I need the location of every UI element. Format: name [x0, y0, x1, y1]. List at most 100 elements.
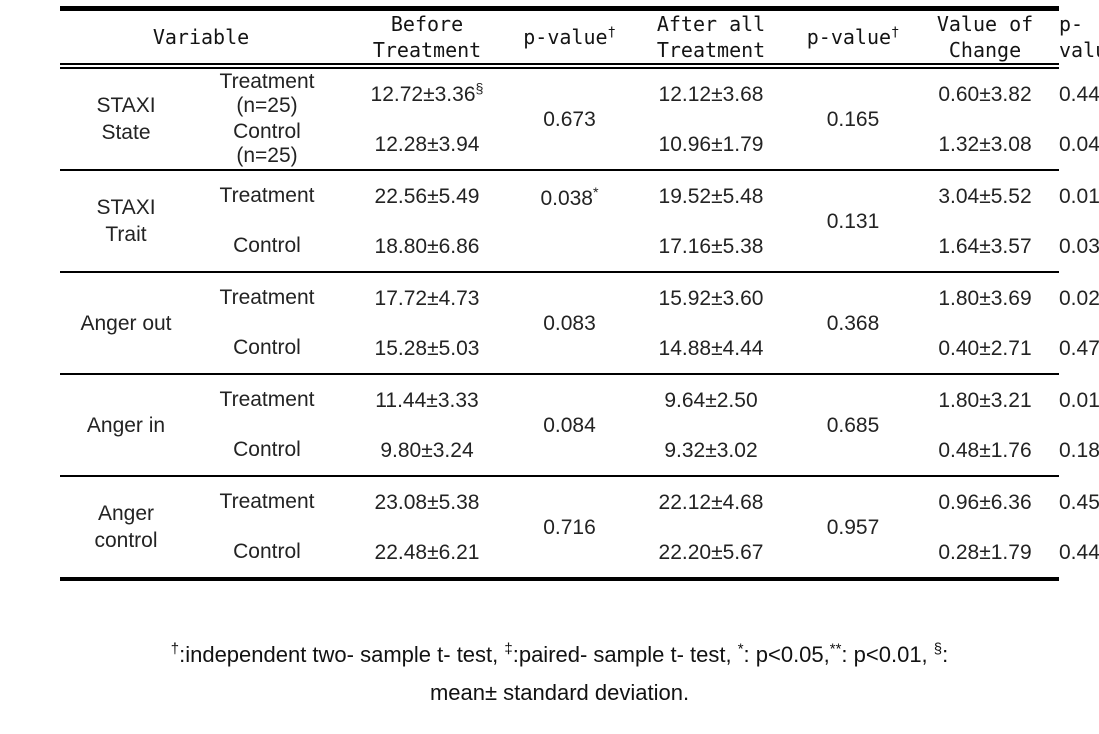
- group-label-cell: Treatment: [192, 375, 342, 425]
- value-of-change: 0.48±1.76: [911, 425, 1059, 475]
- value-text: 0.010: [1059, 388, 1099, 412]
- group-label-cell: Control: [192, 221, 342, 271]
- value-text: 0.165: [826, 107, 880, 131]
- header-pvalue1-marker: †: [607, 24, 616, 41]
- before-treatment-value: 22.56±5.49: [342, 171, 512, 221]
- value-text: 22.48±6.21: [374, 540, 480, 564]
- header-pvalue2-marker: †: [891, 24, 900, 41]
- group-label: Control: [233, 336, 301, 359]
- value-of-change: 0.28±1.79: [911, 527, 1059, 577]
- pvalue-before-cell: 0.716: [512, 477, 627, 577]
- value-text: 0.031: [1059, 234, 1099, 258]
- pvalue-before-cell: 0.084: [512, 375, 627, 475]
- column-header-pvalue-2: p-value†: [795, 11, 911, 63]
- group-label: Control: [233, 540, 301, 563]
- value-text: 10.96±1.79: [658, 132, 764, 156]
- value-of-change: 1.80±3.21: [911, 375, 1059, 425]
- header-before-line2: Treatment: [372, 38, 482, 62]
- table-footnote: †:independent two- sample t- test, ‡:pai…: [60, 636, 1059, 712]
- header-pvalue3-label: p-value: [1059, 12, 1099, 62]
- variable-label-line1: STAXI: [96, 94, 156, 117]
- value-of-change: 3.04±5.52: [911, 171, 1059, 221]
- value-text: 0.48±1.76: [938, 438, 1032, 462]
- significance-marker: *: [593, 185, 599, 201]
- footnote-double-asterisk-marker: **: [829, 640, 842, 658]
- group-label-cell: Treatment (n=25): [192, 69, 342, 119]
- group-label: Treatment: [219, 388, 315, 411]
- variable-label-line2: Trait: [105, 223, 147, 246]
- before-treatment-value: 12.28±3.94: [342, 119, 512, 169]
- statistics-table: Variable Before Treatment p-value† After…: [60, 11, 1099, 63]
- before-treatment-value: 15.28±5.03: [342, 323, 512, 373]
- group-label: Treatment: [219, 184, 315, 207]
- table-block: STAXI Trait Treatment 22.56±5.49 0.038* 19.52…: [60, 171, 1099, 271]
- before-treatment-value: 12.72±3.36§: [342, 69, 512, 119]
- after-treatment-value: 22.12±4.68: [627, 477, 795, 527]
- table-page: Variable Before Treatment p-value† After…: [0, 0, 1099, 734]
- value-text: 3.04±5.52: [938, 184, 1032, 208]
- header-variable-label: Variable: [152, 25, 250, 49]
- variable-label-line1: Anger out: [80, 311, 172, 335]
- significance-marker: §: [475, 80, 484, 97]
- after-treatment-value: 12.12±3.68: [627, 69, 795, 119]
- value-text: 0.685: [826, 413, 880, 437]
- value-text: 17.72±4.73: [374, 286, 480, 310]
- value-text: 0.716: [543, 515, 596, 539]
- table-header: Variable Before Treatment p-value† After…: [60, 11, 1099, 63]
- before-treatment-value: 18.80±6.86: [342, 221, 512, 271]
- value-text: 19.52±5.48: [658, 184, 764, 208]
- after-treatment-value: 10.96±1.79: [627, 119, 795, 169]
- header-row: Variable Before Treatment p-value† After…: [60, 11, 1099, 63]
- statistics-table-container: Variable Before Treatment p-value† After…: [60, 6, 1099, 581]
- value-text: 22.20±5.67: [658, 540, 764, 564]
- header-pvalue2-label: p-value: [806, 25, 892, 49]
- header-after-line2: Treatment: [656, 38, 766, 62]
- value-text: 0.084: [543, 413, 596, 437]
- footnote-text-2: :paired- sample t- test,: [512, 642, 738, 667]
- column-header-variable: Variable: [60, 11, 342, 63]
- variable-label-line1: Anger in: [86, 413, 166, 437]
- value-text: 0.40±2.71: [938, 336, 1032, 360]
- value-text: 0.440: [1059, 82, 1099, 106]
- value-text: 0.957: [826, 515, 880, 539]
- footnote-double-dagger-marker: ‡: [504, 640, 513, 658]
- value-text: 1.80±3.21: [938, 388, 1032, 412]
- value-text: 12.72±3.36: [370, 82, 476, 106]
- variable-name-cell: STAXI State: [60, 69, 192, 169]
- value-text: 0.96±6.36: [938, 490, 1032, 514]
- footnote-text-4: : p<0.01,: [841, 642, 934, 667]
- value-text: 0.038: [540, 187, 593, 210]
- group-label: Treatment: [219, 286, 315, 309]
- variable-label-line1: STAXI: [96, 196, 156, 219]
- variable-label-line2: control: [94, 529, 158, 552]
- group-label-cell: Control: [192, 527, 342, 577]
- value-text: 12.28±3.94: [374, 132, 480, 156]
- before-treatment-value: 22.48±6.21: [342, 527, 512, 577]
- value-text: 12.12±3.68: [658, 82, 764, 106]
- table-row: Anger out Treatment 17.72±4.73 0.083 15.92±3…: [60, 273, 1099, 335]
- group-label-cell: Treatment: [192, 273, 342, 323]
- value-text: 17.16±5.38: [658, 234, 764, 258]
- value-text: 0.60±3.82: [938, 82, 1032, 106]
- group-label: Treatment: [219, 70, 315, 93]
- table-row: STAXI State Treatment (n=25) 12.72±3.36§ 0.67…: [60, 69, 1099, 144]
- header-change-line2: Change: [948, 38, 1022, 62]
- value-text: 22.12±4.68: [658, 490, 764, 514]
- value-of-change: 0.96±6.36: [911, 477, 1059, 527]
- variable-label-line2: State: [101, 121, 151, 144]
- group-label: Treatment: [219, 490, 315, 513]
- value-text: 0.458: [1059, 490, 1099, 514]
- table-block: STAXI State Treatment (n=25) 12.72±3.36§ 0.67…: [60, 69, 1099, 169]
- value-text: 0.673: [543, 107, 596, 131]
- before-treatment-value: 23.08±5.38: [342, 477, 512, 527]
- value-text: 14.88±4.44: [658, 336, 764, 360]
- value-of-change: 1.64±3.57: [911, 221, 1059, 271]
- value-of-change: 1.32±3.08: [911, 119, 1059, 169]
- value-text: 0.442: [1059, 540, 1099, 564]
- group-label: Control: [233, 120, 301, 143]
- column-header-before-treatment: Before Treatment: [342, 11, 512, 63]
- pvalue-before-cell: 0.038*: [512, 171, 627, 271]
- value-of-change: 1.80±3.69: [911, 273, 1059, 323]
- footnote-line-2: mean± standard deviation.: [429, 680, 690, 705]
- value-text: 23.08±5.38: [374, 490, 480, 514]
